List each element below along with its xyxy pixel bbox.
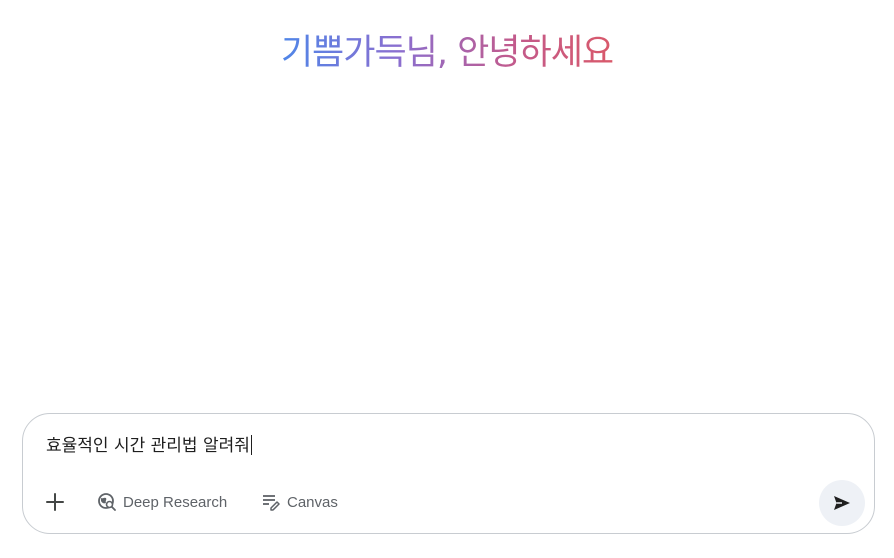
add-attachment-button[interactable] xyxy=(39,486,71,518)
prompt-input[interactable]: 효율적인 시간 관리법 알려줘 xyxy=(46,434,252,458)
deep-research-label: Deep Research xyxy=(123,493,228,511)
send-icon xyxy=(833,494,851,512)
composer-toolbar: Deep Research Canvas xyxy=(23,480,874,526)
chat-home-page: 기쁨가득님, 안녕하세요 효율적인 시간 관리법 알려줘 Deep Resear… xyxy=(0,0,894,558)
text-caret xyxy=(250,435,252,455)
greeting-heading: 기쁨가득님, 안녕하세요 xyxy=(0,28,894,78)
deep-research-button[interactable]: Deep Research xyxy=(93,486,231,518)
canvas-label: Canvas xyxy=(287,493,338,511)
prompt-input-value: 효율적인 시간 관리법 알려줘 xyxy=(46,436,250,456)
globe-search-icon xyxy=(97,492,117,512)
send-button[interactable] xyxy=(819,480,865,526)
plus-icon xyxy=(45,492,65,512)
canvas-edit-icon xyxy=(261,492,281,512)
canvas-button[interactable]: Canvas xyxy=(257,486,342,518)
greeting-text: 기쁨가득님, 안녕하세요 xyxy=(280,33,614,73)
prompt-composer: 효율적인 시간 관리법 알려줘 Deep Research Canvas xyxy=(22,413,875,534)
